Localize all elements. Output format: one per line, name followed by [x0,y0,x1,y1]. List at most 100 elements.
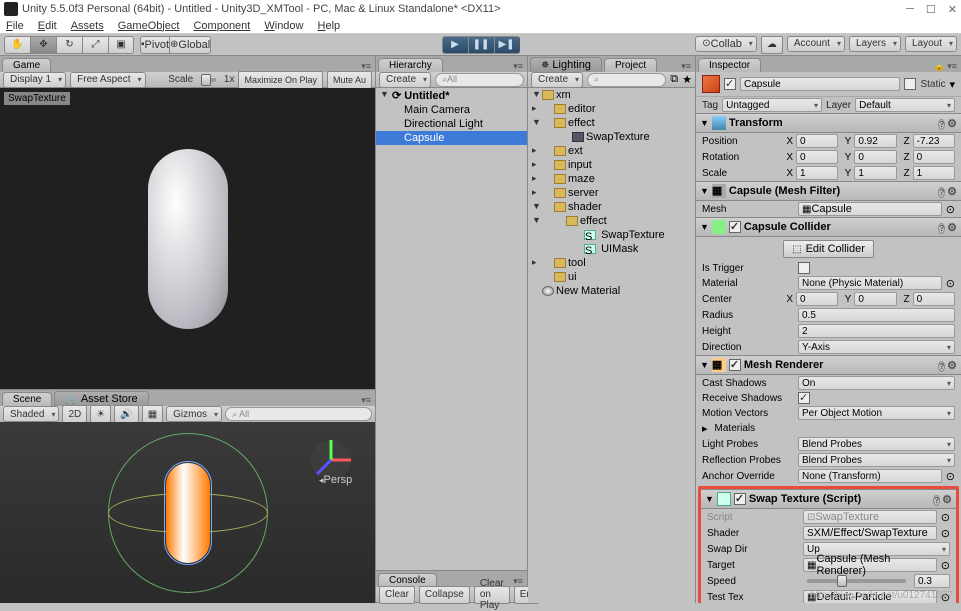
scale-y[interactable]: 1 [854,166,896,180]
hierarchy-item-selected[interactable]: Capsule [376,131,527,145]
height-field[interactable]: 2 [798,324,955,338]
script-enabled[interactable] [734,493,746,505]
refl-dropdown[interactable]: Blend Probes [798,453,955,467]
mesh-field[interactable]: ▦ Capsule [798,202,942,216]
scale-z[interactable]: 1 [913,166,955,180]
help-icon[interactable]: ? [938,187,945,198]
motion-dropdown[interactable]: Per Object Motion [798,406,955,420]
scene-capsule[interactable] [166,463,210,563]
tab-scene[interactable]: Scene [2,392,52,406]
hierarchy-create[interactable]: Create [379,72,431,88]
tab-console[interactable]: Console [378,573,437,587]
gear-icon[interactable]: ⚙ [947,222,957,234]
folder-row[interactable]: ▸tool [528,256,695,270]
menu-window[interactable]: Window [264,20,303,32]
radius-field[interactable]: 0.5 [798,308,955,322]
scene-tab-options[interactable]: ▾≡ [361,395,371,406]
shading-mode[interactable]: Shaded [3,406,59,422]
rot-z[interactable]: 0 [913,150,955,164]
trigger-checkbox[interactable] [798,262,810,274]
layer-dropdown[interactable]: Default [855,98,955,112]
cast-dropdown[interactable]: On [798,376,955,390]
console-clear-on-play[interactable]: Clear on Play [474,586,510,604]
renderer-enabled[interactable] [729,359,741,371]
pos-y[interactable]: 0.92 [854,134,896,148]
shader-field[interactable]: S XM/Effect/SwapTexture [803,526,937,540]
object-picker-icon[interactable]: ⊙ [946,203,955,216]
folder-row[interactable]: ▼xm [528,88,695,102]
space-button[interactable]: ⊕ Global [169,36,211,54]
rect-tool[interactable]: ▣ [108,36,134,54]
tab-game[interactable]: Game [2,58,51,72]
scale-tool[interactable]: ⤢ [82,36,108,54]
gear-icon[interactable]: ⚙ [942,494,952,506]
console-clear[interactable]: Clear [379,586,415,604]
gizmos-dropdown[interactable]: Gizmos [166,406,222,422]
collider-header[interactable]: ▼ Capsule Collider ?⚙ [696,217,961,237]
menu-file[interactable]: File [6,20,24,32]
aspect-dropdown[interactable]: Free Aspect [70,72,145,88]
lighting-icon[interactable]: ☀ [90,405,111,423]
folder-row[interactable]: ▸editor [528,102,695,116]
audio-icon[interactable]: 🔊 [114,405,138,423]
scene-row[interactable]: ▼⟳ Untitled* [376,88,527,103]
folder-row[interactable]: ▼effect [528,214,695,228]
scale-x[interactable]: 1 [796,166,838,180]
hierarchy-item[interactable]: Main Camera [376,103,527,117]
help-icon[interactable]: ? [938,361,945,372]
lightprobes-dropdown[interactable]: Blend Probes [798,437,955,451]
direction-dropdown[interactable]: Y-Axis [798,340,955,354]
gear-icon[interactable]: ⚙ [947,186,957,198]
object-picker-icon[interactable]: ⊙ [946,277,955,290]
menu-help[interactable]: Help [318,20,341,32]
gear-icon[interactable]: ⚙ [947,360,957,372]
rotate-tool[interactable]: ↻ [56,36,82,54]
tab-hierarchy[interactable]: Hierarchy [378,58,443,72]
account-dropdown[interactable]: Account [787,36,845,52]
scene-view[interactable]: ◂Persp [0,422,375,603]
layout-dropdown[interactable]: Layout [905,36,957,52]
orientation-gizmo[interactable]: ◂Persp [307,436,355,484]
step-button[interactable]: ▶❚ [494,36,520,54]
rot-x[interactable]: 0 [796,150,838,164]
static-checkbox[interactable] [904,78,916,90]
filter-icon[interactable]: ⧉ [670,73,678,86]
hand-tool[interactable]: ✋ [4,36,30,54]
folder-row[interactable]: ▼shader [528,200,695,214]
transform-header[interactable]: ▼ Transform ?⚙ [696,113,961,133]
anchor-field[interactable]: None (Transform) [798,469,942,483]
layers-dropdown[interactable]: Layers [849,36,901,52]
renderer-header[interactable]: ▼▦ Mesh Renderer ?⚙ [696,355,961,375]
collider-enabled[interactable] [729,221,741,233]
center-y[interactable]: 0 [854,292,896,306]
target-field[interactable]: ▦ Capsule (Mesh Renderer) [803,558,937,572]
save-icon[interactable]: ★ [682,73,692,86]
project-create[interactable]: Create [531,72,583,88]
tag-dropdown[interactable]: Untagged [722,98,822,112]
meshfilter-header[interactable]: ▼▦ Capsule (Mesh Filter) ?⚙ [696,181,961,201]
inspector-lock-icon[interactable]: 🔒 ▾≡ [934,61,957,72]
center-z[interactable]: 0 [913,292,955,306]
folder-row[interactable]: ▸input [528,158,695,172]
hierarchy-item[interactable]: Directional Light [376,117,527,131]
pos-z[interactable]: -7.23 [913,134,955,148]
asset-row[interactable]: SwapTexture [528,130,695,144]
menu-edit[interactable]: Edit [38,20,57,32]
object-picker-icon[interactable]: ⊙ [941,527,950,540]
tab-lighting[interactable]: ✵ Lighting [530,57,602,72]
fx-icon[interactable]: ▦ [142,405,163,423]
materials-label[interactable]: Materials [715,423,807,434]
asset-row[interactable]: S UIMask [528,242,695,256]
folder-row[interactable]: ▸maze [528,172,695,186]
rot-y[interactable]: 0 [854,150,896,164]
hierarchy-tab-opts[interactable]: ▾≡ [513,61,523,72]
asset-row[interactable]: New Material [528,284,695,298]
project-tab-opts[interactable]: ▾≡ [681,61,691,72]
maximize-icon[interactable]: ☐ [926,3,936,16]
object-picker-icon[interactable]: ⊙ [946,470,955,483]
object-picker-icon[interactable]: ⊙ [941,559,950,572]
gear-icon[interactable]: ⚙ [947,118,957,130]
receive-checkbox[interactable] [798,392,810,404]
collab-dropdown[interactable]: ⊙ Collab [695,36,757,52]
hierarchy-search[interactable]: ⌕All [435,73,524,87]
